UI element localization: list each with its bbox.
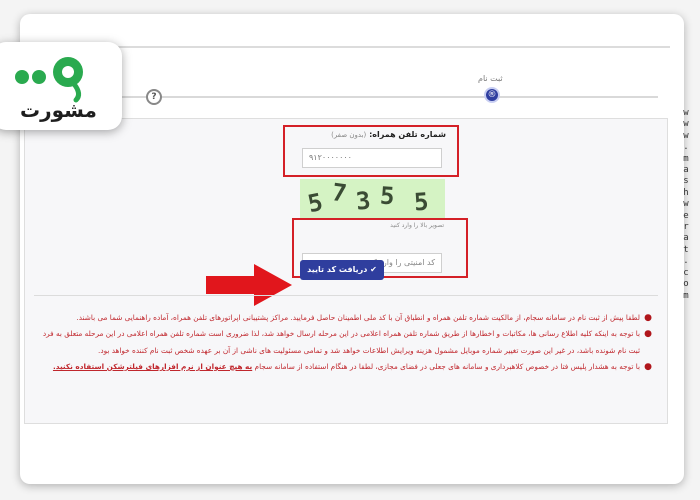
side-watermark-url: w w w . m a s h w e r a t . c o m [683, 108, 689, 301]
note-item: ● با توجه به هشدار پلیس فتا در خصوص کلاه… [38, 359, 652, 375]
captcha-char: 3 [354, 186, 372, 216]
top-divider [36, 46, 670, 48]
bullet-icon: ● [644, 329, 652, 340]
phone-label: شماره تلفن همراه: (بدون صفر) [331, 130, 446, 139]
phone-hint: (بدون صفر) [331, 131, 367, 139]
check-circle-icon: ® [484, 87, 500, 103]
steps-line [118, 96, 658, 98]
bullet-icon: ● [644, 361, 652, 372]
brand-logo: مشورت [0, 42, 122, 130]
no-vpn-warning: به هیچ عنوان از نرم افزارهای فیلترشکن اس… [52, 361, 253, 371]
note-item: ● با توجه به اینکه کلیه اطلاع رسانی ها، … [38, 326, 652, 359]
captcha-char: 5 [379, 181, 396, 211]
phone-input[interactable]: ۹۱۲۰۰۰۰۰۰۰ [302, 148, 442, 168]
captcha-image: 5 7 3 5 5 [300, 178, 445, 219]
help-icon: ? [146, 89, 162, 105]
note-item: ● لطفا پیش از ثبت نام در سامانه سجام، از… [38, 310, 652, 326]
get-code-button[interactable]: ✔ دریافت کد تایید [300, 260, 384, 280]
notes-list: ● لطفا پیش از ثبت نام در سامانه سجام، از… [38, 310, 652, 375]
captcha-char: 7 [330, 178, 349, 208]
step-label-register: ثبت نام [478, 74, 503, 83]
get-code-button-label: دریافت کد تایید [307, 265, 368, 274]
notes-divider [34, 295, 658, 296]
bullet-icon: ● [644, 313, 652, 323]
red-arrow-icon [206, 264, 292, 306]
captcha-char: 5 [305, 187, 326, 219]
check-icon: ✔ [370, 265, 377, 274]
captcha-char: 5 [413, 187, 430, 217]
code-hint: تصویر بالا را وارد کنید [390, 222, 444, 229]
brand-name: مشورت [20, 98, 97, 122]
